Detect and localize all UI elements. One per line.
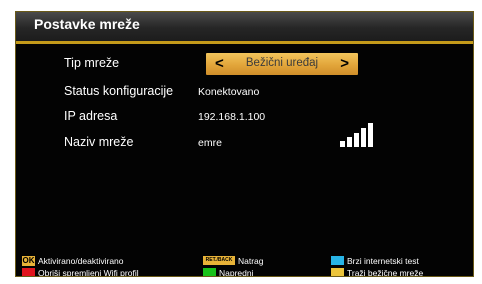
ip-address-label: IP adresa [64,109,118,123]
green-key-icon [203,268,216,276]
legend-yellow-label: Traži bežične mreže [347,267,424,277]
ip-address-value: 192.168.1.100 [198,111,266,123]
legend-blue-label: Brzi internetski test [347,255,419,266]
legend-blue: Brzi internetski test [331,255,419,266]
chevron-right-icon[interactable]: > [340,55,349,72]
red-key-icon [22,268,35,276]
signal-bar-4 [361,128,366,147]
wifi-signal-icon [340,123,376,147]
config-status-label: Status konfiguracije [64,84,174,98]
button-legend: OK Aktivirano/deaktivirano RET./BACK Nat… [16,254,473,277]
legend-ok-label: Aktivirano/deaktivirano [38,255,124,266]
config-status-value: Konektovano [198,86,260,98]
network-type-selector[interactable]: < Bežični uređaj > [206,53,358,75]
network-name-value: emre [198,137,222,149]
blue-key-icon [331,256,344,265]
yellow-key-icon [331,268,344,276]
legend-green-label: Napredni [219,267,254,277]
back-key-icon: RET./BACK [203,256,235,265]
network-type-label: Tip mreže [64,56,120,70]
legend-red-label: Obriši spremljeni Wifi profil [38,267,139,277]
legend-back: RET./BACK Natrag [203,255,264,266]
title-divider [16,41,473,44]
signal-bar-1 [340,141,345,147]
legend-back-label: Natrag [238,255,264,266]
page-title: Postavke mreže [34,16,140,32]
network-name-label: Naziv mreže [64,135,134,149]
legend-ok: OK Aktivirano/deaktivirano [22,255,124,266]
legend-yellow: Traži bežične mreže [331,267,424,277]
network-type-value: Bežični uređaj [245,57,319,69]
ok-key-icon: OK [22,255,35,266]
title-bar: Postavke mreže [16,12,473,41]
legend-red: Obriši spremljeni Wifi profil [22,267,139,277]
signal-bar-3 [354,133,359,147]
signal-bar-5 [368,123,373,147]
legend-green: Napredni [203,267,254,277]
signal-bar-2 [347,137,352,147]
network-settings-window: Postavke mreže Tip mreže < Bežični uređa… [15,11,474,277]
